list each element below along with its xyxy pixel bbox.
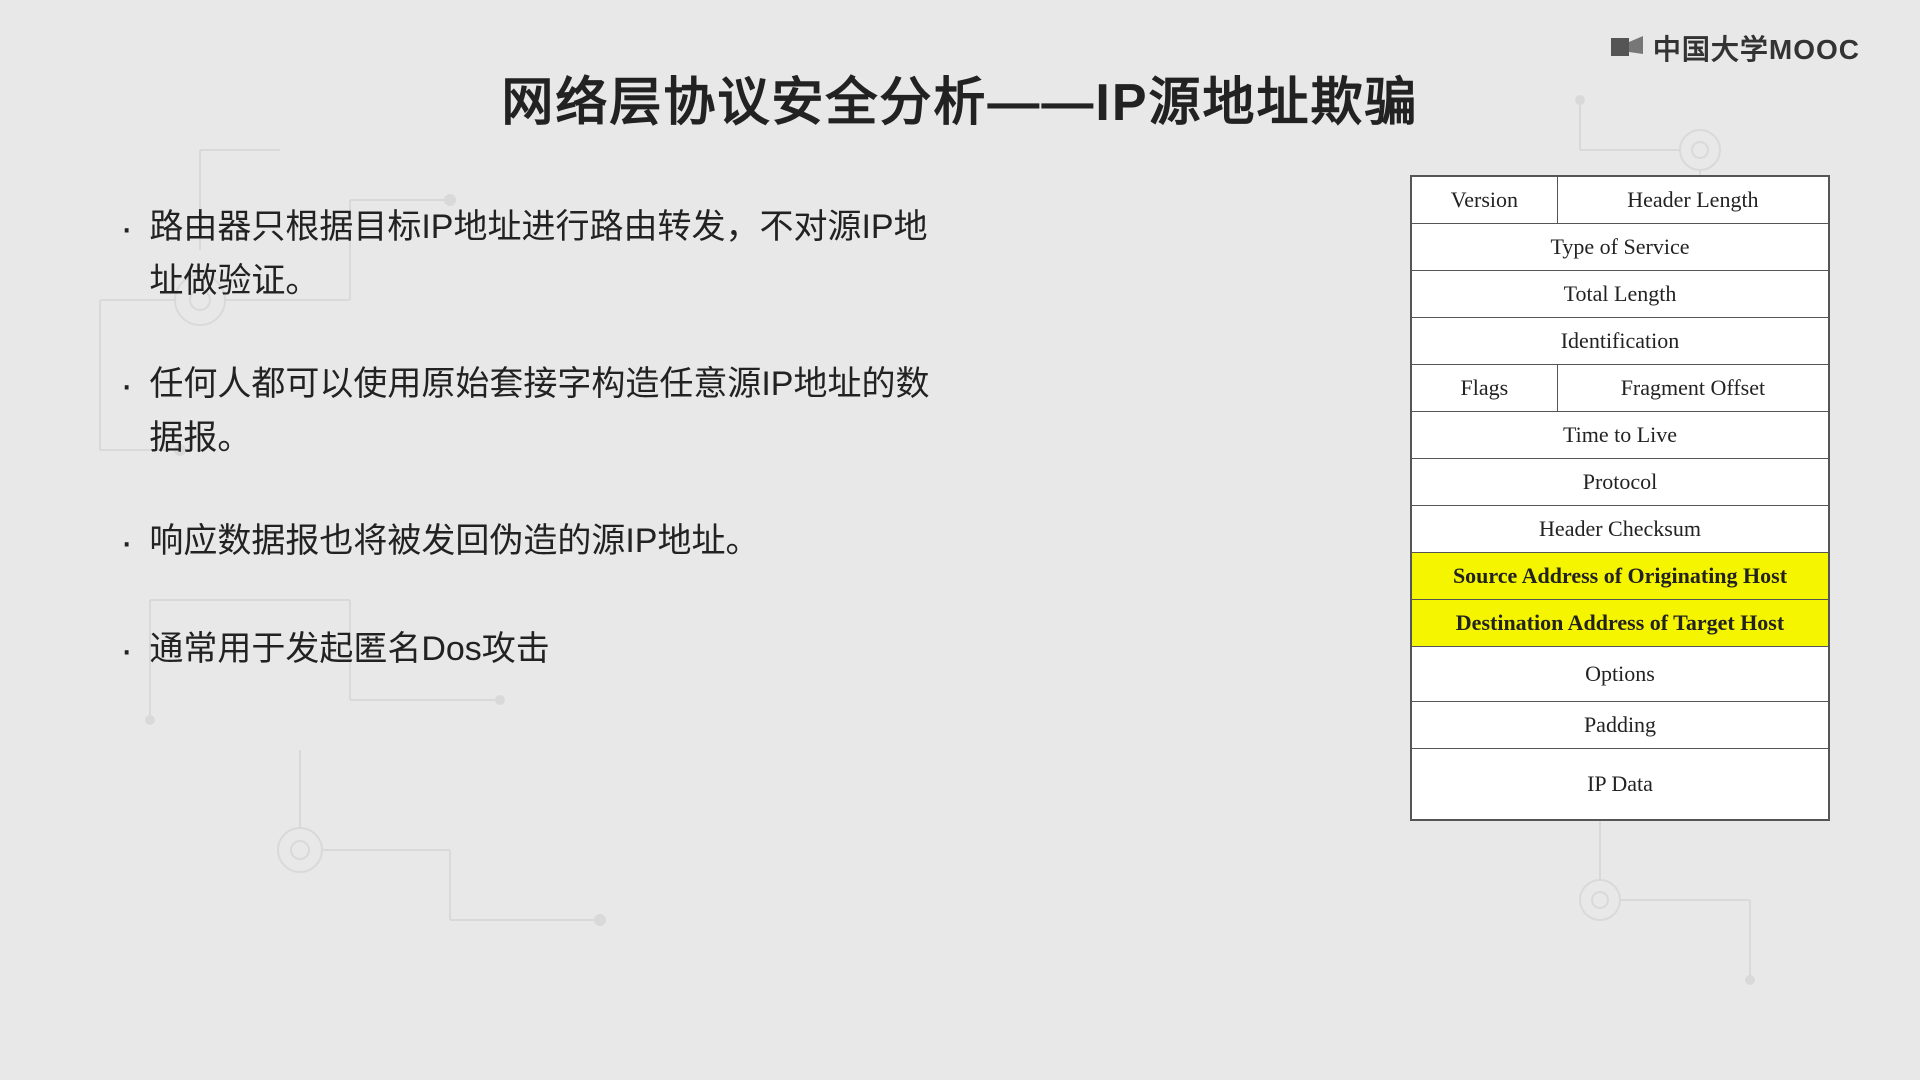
table-row-ttl: Time to Live [1411, 412, 1829, 459]
table-row-padding: Padding [1411, 702, 1829, 749]
cell-fragment-offset: Fragment Offset [1557, 365, 1829, 412]
bullet-dot-1: · [120, 196, 133, 260]
table-row-flags: Flags Fragment Offset [1411, 365, 1829, 412]
cell-total-length: Total Length [1411, 271, 1829, 318]
table-row-options: Options [1411, 647, 1829, 702]
cell-source-address: Source Address of Originating Host [1411, 553, 1829, 600]
cell-identification: Identification [1411, 318, 1829, 365]
bullet-text-2: 任何人都可以使用原始套接字构造任意源IP地址的数据报。 [149, 357, 940, 466]
bullet-item-3: · 响应数据报也将被发回伪造的源IP地址。 [120, 514, 940, 574]
cell-ttl: Time to Live [1411, 412, 1829, 459]
cell-version: Version [1411, 176, 1557, 224]
table-row-checksum: Header Checksum [1411, 506, 1829, 553]
bullet-item-2: · 任何人都可以使用原始套接字构造任意源IP地址的数据报。 [120, 357, 940, 466]
cell-options: Options [1411, 647, 1829, 702]
table-row-ip-data: IP Data [1411, 749, 1829, 821]
bullet-text-3: 响应数据报也将被发回伪造的源IP地址。 [149, 514, 940, 568]
table-row-source: Source Address of Originating Host [1411, 553, 1829, 600]
bullet-dot-2: · [120, 353, 133, 417]
bullet-text-1: 路由器只根据目标IP地址进行路由转发，不对源IP地址做验证。 [149, 200, 940, 309]
left-content: · 路由器只根据目标IP地址进行路由转发，不对源IP地址做验证。 · 任何人都可… [120, 200, 940, 730]
table-row-identification: Identification [1411, 318, 1829, 365]
bullet-text-4: 通常用于发起匿名Dos攻击 [149, 622, 940, 676]
table-row-protocol: Protocol [1411, 459, 1829, 506]
cell-padding: Padding [1411, 702, 1829, 749]
ip-header-table: Version Header Length Type of Service To… [1410, 175, 1830, 821]
bullet-dot-4: · [120, 618, 133, 682]
cell-header-length: Header Length [1557, 176, 1829, 224]
bullet-item-1: · 路由器只根据目标IP地址进行路由转发，不对源IP地址做验证。 [120, 200, 940, 309]
mooc-logo-icon [1609, 34, 1645, 62]
table-row-dest: Destination Address of Target Host [1411, 600, 1829, 647]
cell-ip-data: IP Data [1411, 749, 1829, 821]
bullet-item-4: · 通常用于发起匿名Dos攻击 [120, 622, 940, 682]
cell-dest-address: Destination Address of Target Host [1411, 600, 1829, 647]
cell-protocol: Protocol [1411, 459, 1829, 506]
page-title: 网络层协议安全分析——IP源地址欺骗 [0, 60, 1920, 135]
cell-tos: Type of Service [1411, 224, 1829, 271]
table-row-tos: Type of Service [1411, 224, 1829, 271]
ip-header-diagram: Version Header Length Type of Service To… [1410, 175, 1830, 821]
cell-flags: Flags [1411, 365, 1557, 412]
table-row-version: Version Header Length [1411, 176, 1829, 224]
bullet-dot-3: · [120, 510, 133, 574]
cell-header-checksum: Header Checksum [1411, 506, 1829, 553]
table-row-total-length: Total Length [1411, 271, 1829, 318]
